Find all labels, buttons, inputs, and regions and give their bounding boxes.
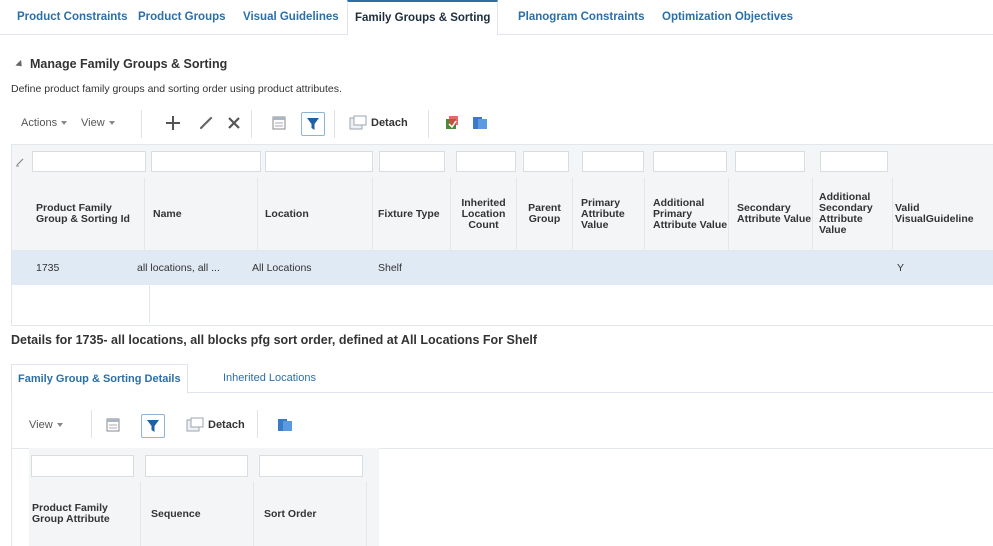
collapse-triangle-icon[interactable] — [15, 60, 25, 70]
cell-valid-visualguideline: Y — [897, 262, 905, 274]
main-toolbar: Actions View Detach — [11, 104, 993, 144]
chevron-down-icon — [61, 121, 68, 126]
filter-input-sequence[interactable] — [145, 455, 248, 477]
tab-product-constraints[interactable]: Product Constraints — [17, 0, 128, 34]
details-panel: View Detach Product Family Group Attribu… — [11, 392, 993, 546]
details-toolbar: View Detach — [12, 392, 993, 449]
cell-id: 1735 — [36, 262, 60, 274]
section-description: Define product family groups and sorting… — [11, 83, 342, 95]
cell-fixture-type: Shelf — [378, 262, 402, 274]
toolbar-separator — [141, 110, 142, 138]
column-header-valid-visualguideline[interactable]: Valid VisualGuideline — [893, 178, 993, 250]
filter-input-primary-attr[interactable] — [582, 151, 644, 172]
filter-input-sort-order[interactable] — [259, 455, 363, 477]
filter-input-attribute[interactable] — [31, 455, 134, 477]
column-divider — [149, 285, 150, 323]
column-header-additional-secondary[interactable]: Additional Secondary Attribute Value — [813, 178, 893, 250]
column-header-sequence[interactable]: Sequence — [141, 482, 254, 546]
toolbar-separator — [428, 110, 429, 138]
filter-input-secondary-attr[interactable] — [735, 151, 805, 172]
filter-input-additional-secondary[interactable] — [820, 151, 888, 172]
delete-icon[interactable] — [223, 112, 245, 134]
filter-icon[interactable] — [301, 112, 325, 136]
details-title: Details for 1735- all locations, all blo… — [11, 333, 538, 347]
details-detach-button[interactable]: Detach — [186, 417, 245, 433]
cell-additional-secondary — [819, 251, 889, 285]
cell-parent-group — [522, 251, 572, 285]
column-header-parent-group[interactable]: Parent Group — [517, 178, 573, 250]
freeze-columns-icon[interactable] — [268, 112, 290, 134]
cell-primary-attr — [581, 251, 641, 285]
filter-input-additional-primary[interactable] — [653, 151, 727, 172]
view-menu-label: View — [81, 117, 105, 129]
detach-button[interactable]: Detach — [349, 115, 408, 131]
chevron-down-icon — [108, 121, 115, 126]
table-header-row: Product Family Group & Sorting Id Name L… — [12, 178, 993, 251]
toolbar-separator — [91, 410, 92, 438]
filter-input-id[interactable] — [32, 151, 146, 172]
edit-icon[interactable] — [195, 112, 217, 134]
table-filter-row — [12, 145, 993, 179]
column-header-location[interactable]: Location — [258, 178, 373, 250]
details-view-menu[interactable]: View — [29, 419, 63, 431]
column-header-pfg-attribute[interactable]: Product Family Group Attribute — [29, 482, 141, 546]
tab-family-groups-sorting[interactable]: Family Groups & Sorting — [347, 0, 499, 35]
tab-optimization-objectives[interactable]: Optimization Objectives — [662, 0, 793, 34]
actions-menu[interactable]: Actions — [21, 117, 68, 129]
filter-input-fixture-type[interactable] — [379, 151, 445, 172]
cell-inherited-count — [456, 251, 516, 285]
section-header[interactable]: Manage Family Groups & Sorting — [15, 57, 228, 71]
section-title: Manage Family Groups & Sorting — [30, 57, 228, 71]
column-header-id[interactable]: Product Family Group & Sorting Id — [12, 178, 145, 250]
toolbar-separator — [257, 410, 258, 438]
cell-additional-primary — [653, 251, 723, 285]
filter-input-name[interactable] — [151, 151, 261, 172]
tab-visual-guidelines[interactable]: Visual Guidelines — [243, 0, 339, 34]
detach-icon — [186, 417, 204, 432]
toolbar-separator — [251, 110, 252, 138]
actions-menu-label: Actions — [21, 117, 58, 129]
view-menu[interactable]: View — [81, 117, 115, 129]
tab-planogram-constraints[interactable]: Planogram Constraints — [518, 0, 645, 34]
cell-location: All Locations — [252, 262, 312, 274]
freeze-columns-icon[interactable] — [102, 414, 124, 436]
clear-filter-icon[interactable] — [15, 157, 25, 167]
details-detach-label: Detach — [208, 419, 245, 431]
export-icon[interactable] — [441, 112, 463, 134]
table-row[interactable]: 1735 all locations, all ... All Location… — [12, 251, 993, 285]
toolbar-separator — [334, 110, 335, 138]
cell-secondary-attr — [737, 251, 807, 285]
query-icon[interactable] — [469, 112, 491, 134]
add-icon[interactable] — [162, 112, 184, 134]
tab-inherited-locations[interactable]: Inherited Locations — [223, 364, 316, 392]
details-header-row: Product Family Group Attribute Sequence … — [29, 482, 379, 546]
details-tab-bar: Family Group & Sorting Details Inherited… — [11, 364, 993, 394]
query-icon[interactable] — [274, 414, 296, 436]
tab-product-groups[interactable]: Product Groups — [138, 0, 226, 34]
column-header-primary-attr[interactable]: Primary Attribute Value — [573, 178, 645, 250]
column-header-name[interactable]: Name — [145, 178, 258, 250]
details-view-label: View — [29, 419, 53, 431]
details-filter-row — [29, 448, 379, 483]
filter-input-inherited-count[interactable] — [456, 151, 516, 172]
family-groups-table: Product Family Group & Sorting Id Name L… — [11, 144, 993, 326]
chevron-down-icon — [56, 423, 63, 428]
column-header-secondary-attr[interactable]: Secondary Attribute Value — [729, 178, 813, 250]
filter-icon[interactable] — [141, 414, 165, 438]
column-header-inherited-count[interactable]: Inherited Location Count — [451, 178, 517, 250]
top-tab-bar: Product Constraints Product Groups Visua… — [0, 0, 993, 35]
detach-icon — [349, 115, 367, 130]
column-header-sort-order[interactable]: Sort Order — [254, 482, 367, 546]
column-header-additional-primary[interactable]: Additional Primary Attribute Value — [645, 178, 729, 250]
column-header-fixture-type[interactable]: Fixture Type — [373, 178, 451, 250]
cell-name: all locations, all ... — [137, 262, 220, 274]
detach-label: Detach — [371, 117, 408, 129]
filter-input-parent-group[interactable] — [523, 151, 569, 172]
tab-family-group-sorting-details[interactable]: Family Group & Sorting Details — [11, 364, 188, 394]
filter-input-location[interactable] — [265, 151, 373, 172]
